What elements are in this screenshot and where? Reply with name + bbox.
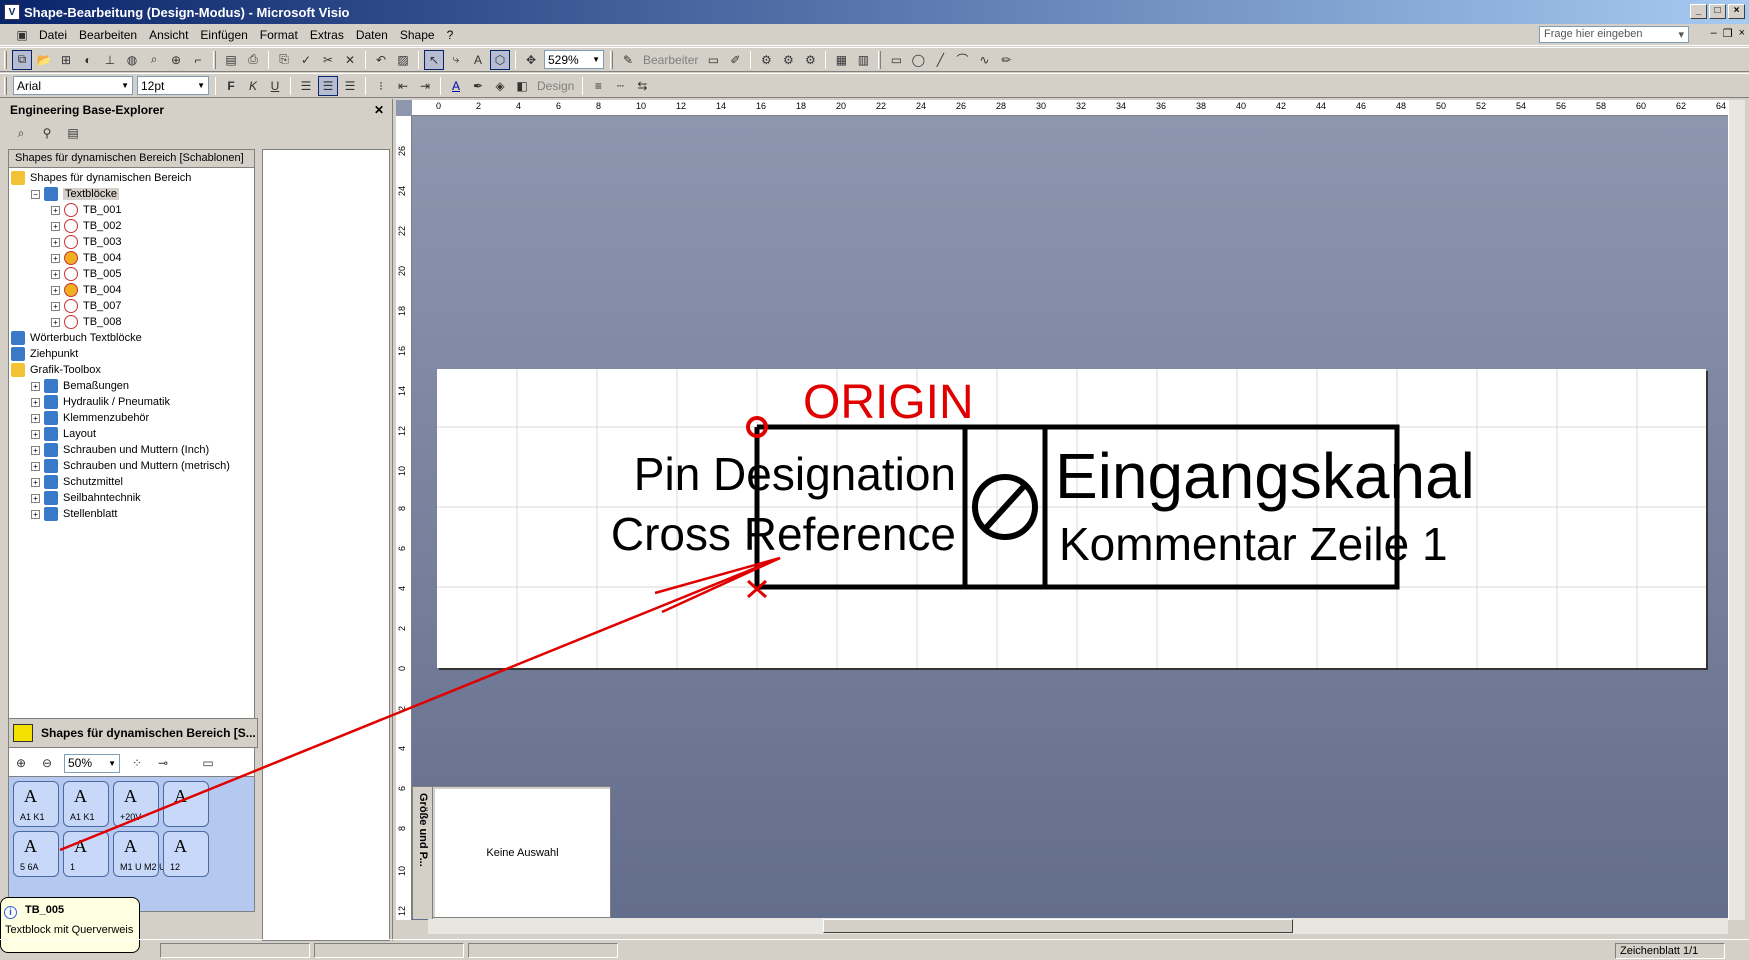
size-panel-title: Größe und P... bbox=[417, 793, 429, 867]
no-selection-text: Keine Auswahl bbox=[486, 847, 559, 859]
size-panel-body: Keine Auswahl bbox=[435, 789, 610, 917]
page-indicator[interactable]: Zeichenblatt 1/1 bbox=[1615, 943, 1725, 959]
size-position-panel: Größe und P... Keine Auswahl bbox=[412, 786, 611, 919]
status-bar: Zeichenblatt 1/1 bbox=[0, 939, 1749, 960]
status-pane bbox=[314, 942, 464, 958]
status-pane bbox=[468, 942, 618, 958]
horizontal-scrollbar[interactable] bbox=[428, 918, 1728, 934]
vertical-scrollbar[interactable] bbox=[1728, 100, 1745, 920]
size-panel-titlebar[interactable]: Größe und P... bbox=[413, 787, 433, 919]
drag-arrow-overlay bbox=[59, 556, 781, 852]
status-pane bbox=[160, 942, 310, 958]
horizontal-scroll-thumb[interactable] bbox=[823, 919, 1293, 933]
